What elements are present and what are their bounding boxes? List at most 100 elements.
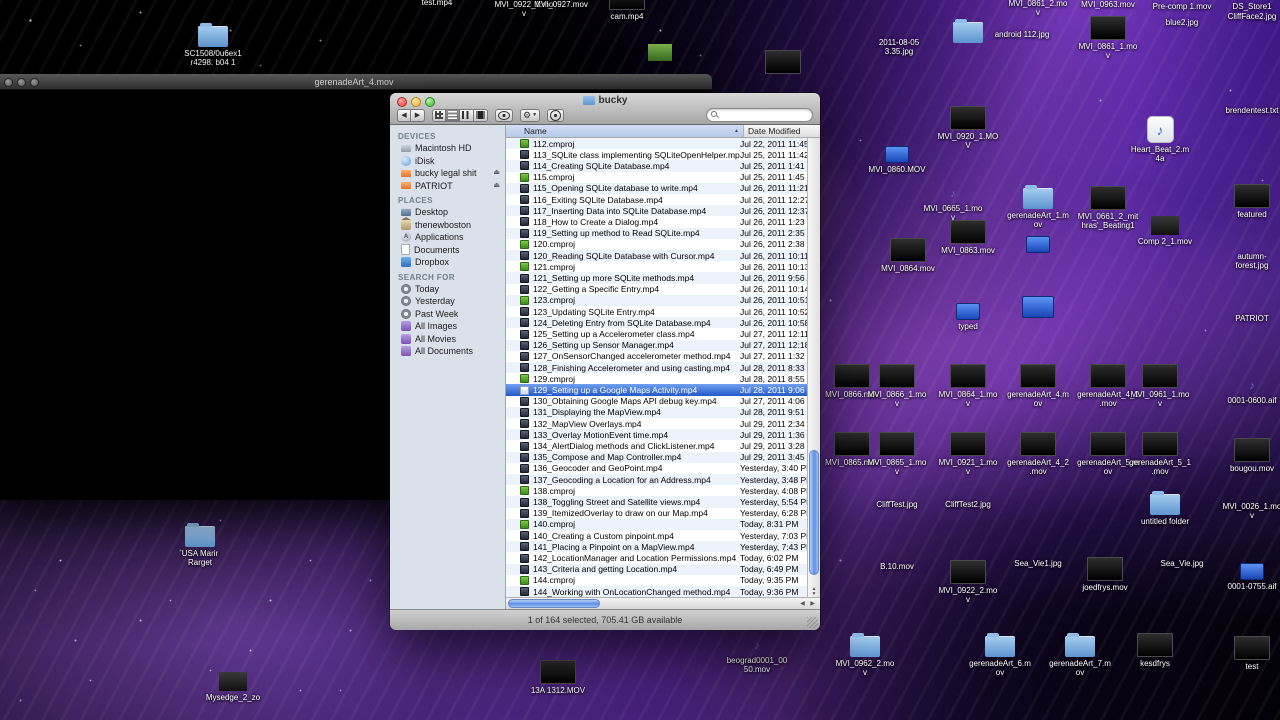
desktop-icon-gerenadeart-4-mov[interactable]: gerenadeArt_4.mov: [1006, 364, 1070, 408]
file-row[interactable]: 116_Exiting SQLite Database.mp4 Jul 26, 2…: [506, 194, 807, 205]
file-row[interactable]: 141_Placing a Pinpoint on a MapView.mp4 Y…: [506, 541, 807, 553]
file-row[interactable]: 121.cmproj Jul 26, 2011 10:13 AM: [506, 261, 807, 272]
file-row[interactable]: 112.cmproj Jul 22, 2011 11:45 PM: [506, 137, 807, 150]
vscroll-thumb[interactable]: [809, 449, 819, 575]
burn-button[interactable]: [547, 108, 565, 122]
desktop-icon-mvi-0661-2-mithras-beating1[interactable]: MVI_0661_2_mithras'_Beating1: [1076, 186, 1140, 230]
desktop-icon-comp-2-1-mov[interactable]: Comp 2_1.mov: [1133, 216, 1197, 246]
desktop-icon-test[interactable]: test: [1220, 636, 1280, 671]
desktop-icon-autumn-forest-jpg[interactable]: autumn-forest.jpg: [1220, 250, 1280, 270]
hscroll-thumb[interactable]: [508, 599, 600, 608]
list-view-button[interactable]: [446, 108, 460, 122]
desktop-icon-bluescreen-small[interactable]: [1006, 236, 1070, 253]
desktop-icon-mvi-0026-1-mov[interactable]: MVI_0026_1.mov: [1220, 500, 1280, 520]
desktop-icon-blue2-jpg[interactable]: blue2.jpg: [1150, 16, 1214, 27]
desktop-icon-joedfrys-mov[interactable]: joedfrys.mov: [1073, 557, 1137, 592]
file-row[interactable]: 139_ItemizedOverlay to draw on our Map.m…: [506, 508, 807, 519]
file-row[interactable]: 133_Overlay MotionEvent time.mp4 Jul 29, …: [506, 429, 807, 441]
desktop-icon-cliffface2-jpg[interactable]: CliffFace2.jpg: [1220, 10, 1280, 21]
file-row[interactable]: 119_Setting up method to Read SQLite.mp4…: [506, 227, 807, 239]
file-row[interactable]: 140.cmproj Today, 8:31 PM: [506, 518, 807, 531]
desktop-icon-clifftest2-jpg[interactable]: CliffTest2.jpg: [936, 498, 1000, 509]
desktop-icon-mvi-0864-mov[interactable]: MVI_0864.mov: [876, 238, 940, 273]
file-row[interactable]: 134_AlertDialog methods and ClickListene…: [506, 440, 807, 451]
sidebar-item-bucky-legal-shit[interactable]: bucky legal shit ⏏: [390, 167, 505, 180]
desktop-icon-2011-08-05-3-35-jpg[interactable]: 2011-08-05 3.35.jpg: [867, 36, 931, 56]
desktop-icon-usa-marir-rarget[interactable]: USA Marir Rarget: [168, 523, 232, 567]
file-row[interactable]: 121_Setting up more SQLite methods.mp4 Ju…: [506, 272, 807, 284]
file-row[interactable]: 123.cmproj Jul 26, 2011 10:51 AM: [506, 294, 807, 307]
desktop-icon-beograd0001-0050-mov[interactable]: beograd0001_0050.mov: [725, 636, 789, 674]
sidebar-item-documents[interactable]: Documents: [390, 244, 505, 257]
file-row[interactable]: 120.cmproj Jul 26, 2011 2:38 PM: [506, 239, 807, 250]
file-row[interactable]: 118_How to Create a Dialog.mp4 Jul 26, 20…: [506, 216, 807, 227]
file-row[interactable]: 127_OnSensorChanged accelerometer method…: [506, 351, 807, 362]
desktop-icon-sea-vie1-jpg[interactable]: Sea_Vie1.jpg: [1006, 557, 1070, 568]
desktop-icon-mvi-0963-mov[interactable]: MVI_0963.mov: [1076, 0, 1140, 9]
column-view-button[interactable]: [460, 108, 474, 122]
action-button[interactable]: ⚙ ▼: [520, 108, 541, 122]
sidebar-item-applications[interactable]: Applications: [390, 231, 505, 244]
desktop-icon-video[interactable]: [751, 50, 815, 74]
coverflow-view-button[interactable]: [474, 108, 488, 122]
column-header-date-modified[interactable]: Date Modified: [744, 125, 820, 137]
file-row[interactable]: 129.cmproj Jul 28, 2011 8:55 PM: [506, 373, 807, 384]
eject-icon[interactable]: ⏏: [493, 169, 500, 177]
desktop-icon-mvi-0866-1-mov[interactable]: MVI_0866_1.mov: [865, 364, 929, 408]
desktop-icon-patriot[interactable]: PATRIOT: [1220, 312, 1280, 323]
desktop-icon-0001-0755-aif[interactable]: 0001-0755.aif: [1220, 563, 1280, 591]
desktop-icon-bluescreen[interactable]: [1006, 296, 1070, 318]
desktop-icon-mysedge-2-zo[interactable]: Mysedge_2_zo: [201, 672, 265, 702]
file-row[interactable]: 114_Creating SQLite Database.mp4 Jul 25, …: [506, 160, 807, 172]
quicklook-button[interactable]: [495, 108, 513, 122]
finder-titlebar[interactable]: bucky ◀ ▶ ⚙ ▼: [390, 93, 820, 125]
file-row[interactable]: 129_Setting up a Google Maps Activity.mp…: [506, 384, 807, 396]
file-row[interactable]: 136_Geocoder and GeoPoint.mp4 Yesterday, …: [506, 463, 807, 474]
desktop-icon-brendentest-txt[interactable]: brendentest.txt: [1220, 104, 1280, 115]
column-header-name[interactable]: Name ▲: [506, 125, 744, 137]
desktop-icon-clifftest-jpg[interactable]: CliffTest.jpg: [865, 498, 929, 509]
file-row[interactable]: 125_Setting up a Accelerometer class.mp4…: [506, 328, 807, 339]
desktop-icon-gerenadeart-1-mov[interactable]: gerenadeArt_1.mov: [1006, 185, 1070, 229]
sidebar-item-yesterday[interactable]: Yesterday: [390, 295, 505, 308]
desktop-icon-mvi-0861-2-mov[interactable]: MVI_0861_2.mov: [1006, 0, 1070, 17]
file-row[interactable]: 123_Updating SQLite Entry.mp4 Jul 26, 201…: [506, 306, 807, 317]
desktop-icon-untitled-folder[interactable]: untitled folder: [1133, 491, 1197, 526]
desktop-icon-mvi-0962-2-mov[interactable]: MVI_0962_2.mov: [833, 633, 897, 677]
desktop-icon-mvi-0865-1-mov[interactable]: MVI_0865_1.mov: [865, 432, 929, 476]
desktop-icon-pre-comp-1-mov[interactable]: Pre-comp 1.mov: [1150, 0, 1214, 11]
desktop-icon-gerenadeart-5-1-mov[interactable]: gerenadeArt_5_1.mov: [1128, 432, 1192, 476]
file-row[interactable]: 143_Criteria and getting Location.mp4 Tod…: [506, 563, 807, 575]
desktop-icon-b-10-mov[interactable]: B.10.mov: [865, 560, 929, 571]
desktop-icon-mvi-0921-1-mov[interactable]: MVI_0921_1.mov: [936, 432, 1000, 476]
sidebar-item-macintosh-hd[interactable]: Macintosh HD: [390, 142, 505, 155]
forward-button[interactable]: ▶: [411, 108, 425, 122]
desktop-icon-mvi-0864-1-mov[interactable]: MVI_0864_1.mov: [936, 364, 1000, 408]
file-row[interactable]: 122_Getting a Specific Entry.mp4 Jul 26, …: [506, 284, 807, 295]
horizontal-scrollbar[interactable]: ◀ ▶: [506, 597, 820, 609]
file-row[interactable]: 137_Geocoding a Location for an Address.…: [506, 474, 807, 486]
file-row[interactable]: 128_Finishing Accelerometer and using ca…: [506, 362, 807, 374]
close-button[interactable]: [397, 97, 407, 107]
minimize-button[interactable]: [411, 97, 421, 107]
sidebar-item-past-week[interactable]: Past Week: [390, 308, 505, 321]
sidebar-item-all-movies[interactable]: All Movies: [390, 333, 505, 346]
file-row[interactable]: 135_Compose and Map Controller.mp4 Jul 29…: [506, 451, 807, 463]
file-row[interactable]: 120_Reading SQLite Database with Cursor.…: [506, 250, 807, 262]
zoom-button[interactable]: [30, 78, 39, 87]
desktop-icon-mvi-0961-1-mov[interactable]: MVI_0961_1.mov: [1128, 364, 1192, 408]
close-button[interactable]: [4, 78, 13, 87]
desktop-icon-sc1508-0u6ex1-r4298-b04-1[interactable]: SC1508/0u6ex1 r4298. b04 1: [181, 23, 245, 67]
search-field[interactable]: [706, 108, 813, 122]
desktop-icon-mvi-0861-1-mov[interactable]: MVI_0861_1.mov: [1076, 16, 1140, 60]
sidebar-item-thenewboston[interactable]: thenewboston: [390, 216, 505, 232]
file-row[interactable]: 132_MapView Overlays.mp4 Jul 29, 2011 2:3…: [506, 418, 807, 429]
desktop-icon-gerenadeart-6-mov[interactable]: gerenadeArt_6.mov: [968, 633, 1032, 677]
file-row[interactable]: 138_Toggling Street and Satellite views.…: [506, 496, 807, 508]
zoom-button[interactable]: [425, 97, 435, 107]
vertical-scrollbar[interactable]: ▲ ▼: [807, 137, 820, 598]
search-input[interactable]: [722, 109, 808, 121]
scroll-left-icon[interactable]: ◀: [800, 601, 807, 607]
file-row[interactable]: 131_Displaying the MapView.mp4 Jul 28, 20…: [506, 406, 807, 419]
desktop-icon-mvi-0920-1-mov[interactable]: MVI_0920_1.MOV: [936, 106, 1000, 150]
